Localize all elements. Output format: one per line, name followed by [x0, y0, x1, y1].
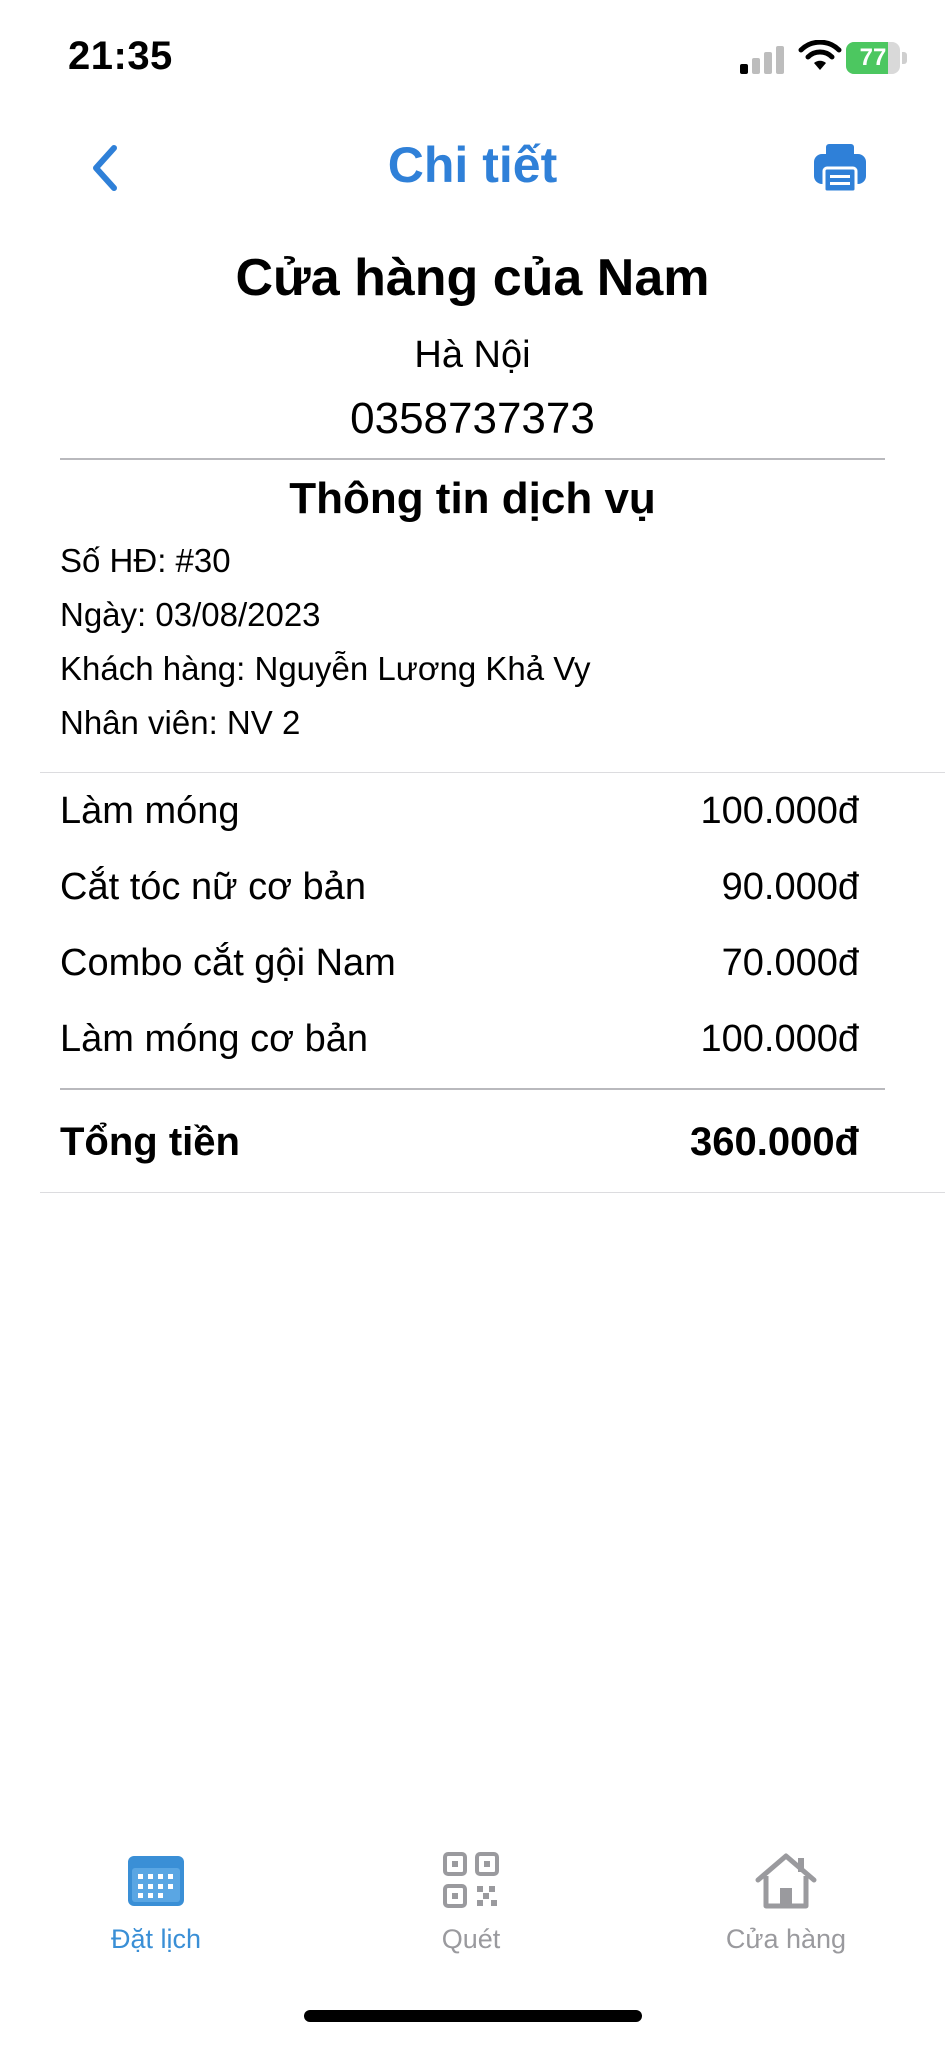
service-name: Làm móng cơ bản — [60, 1018, 368, 1060]
cellular-signal-icon — [740, 46, 784, 74]
customer-name: Khách hàng: Nguyễn Lương Khả Vy — [60, 650, 591, 687]
tab-label: Quét — [441, 1924, 501, 1954]
calendar-icon — [128, 1856, 184, 1906]
page-title: Chi tiết — [387, 137, 558, 193]
wifi-icon — [798, 40, 842, 70]
home-indicator — [304, 2010, 642, 2022]
divider — [40, 772, 945, 773]
service-price: 100.000đ — [700, 790, 860, 832]
service-price: 70.000đ — [721, 942, 859, 984]
service-name: Combo cắt gội Nam — [60, 942, 396, 984]
service-price: 100.000đ — [700, 1018, 860, 1060]
store-city: Hà Nội — [414, 334, 531, 376]
home-icon — [755, 1853, 817, 1909]
qr-code-icon — [443, 1852, 499, 1908]
invoice-number: Số HĐ: #30 — [60, 542, 231, 579]
tab-booking[interactable]: Đặt lịch — [46, 1850, 266, 1955]
total-label: Tổng tiền — [60, 1120, 240, 1164]
tab-store[interactable]: Cửa hàng — [676, 1850, 896, 1955]
battery-indicator: 77 — [846, 42, 908, 74]
printer-icon[interactable] — [812, 140, 868, 196]
service-price: 90.000đ — [721, 866, 859, 908]
invoice-date: Ngày: 03/08/2023 — [60, 596, 321, 633]
divider — [60, 1088, 885, 1090]
tab-label: Đặt lịch — [110, 1924, 202, 1954]
service-name: Cắt tóc nữ cơ bản — [60, 866, 366, 908]
service-name: Làm móng — [60, 790, 240, 832]
total-value: 360.000đ — [689, 1120, 859, 1164]
tab-label: Cửa hàng — [725, 1924, 847, 1954]
tab-scan[interactable]: Quét — [361, 1850, 581, 1955]
store-name: Cửa hàng của Nam — [235, 249, 710, 307]
staff-name: Nhân viên: NV 2 — [60, 704, 301, 741]
store-phone: 0358737373 — [350, 394, 595, 443]
battery-percent: 77 — [859, 44, 887, 71]
divider — [40, 1192, 945, 1193]
section-title: Thông tin dịch vụ — [289, 474, 656, 523]
divider — [60, 458, 885, 460]
status-time: 21:35 — [68, 34, 173, 78]
